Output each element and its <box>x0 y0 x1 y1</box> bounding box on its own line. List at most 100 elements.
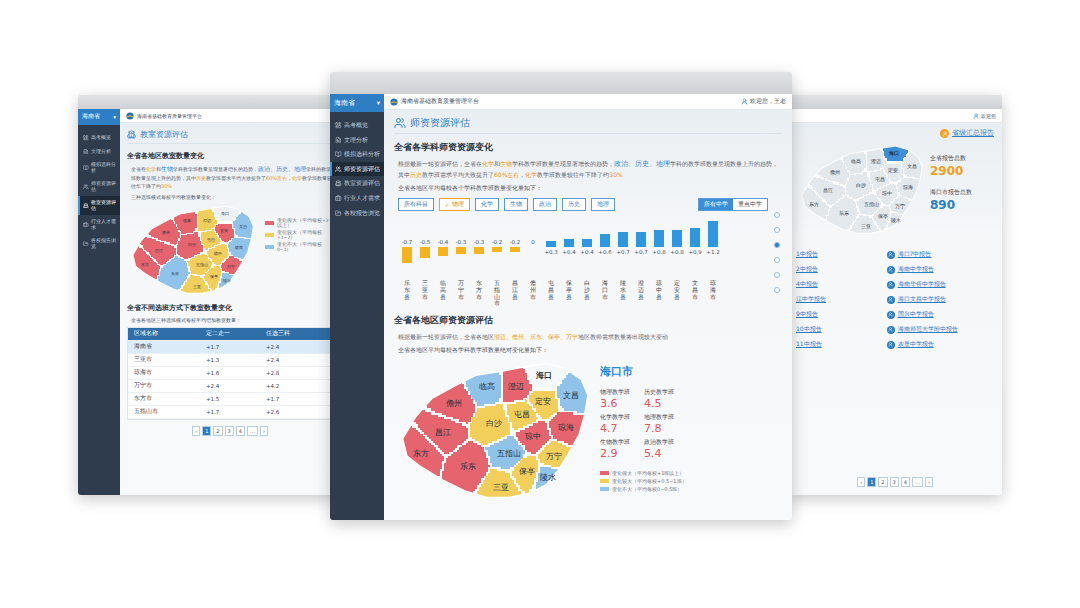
sidebar-item[interactable]: 高考概览 <box>330 118 384 133</box>
pager-dot[interactable] <box>774 227 780 233</box>
user-menu[interactable]: 欢迎您 <box>973 113 996 119</box>
chart-bar[interactable] <box>492 247 502 251</box>
chart-bar[interactable] <box>690 228 700 248</box>
map-region[interactable] <box>394 361 475 424</box>
report-link[interactable]: 国兴中学报告 <box>887 310 994 319</box>
subject-chip[interactable]: 生物 <box>504 198 528 211</box>
sidebar-item[interactable]: 模拟选科分析 <box>330 147 384 162</box>
chart-bar[interactable] <box>438 247 448 256</box>
region-map[interactable]: 海口文昌澄迈临高儋州定安屯昌琼海琼中白沙昌江东方万宁五指山乐东保亭陵水三亚 <box>796 144 924 236</box>
chart-bar[interactable] <box>474 247 484 254</box>
subject-chip[interactable]: 化学 <box>475 198 499 211</box>
report-link[interactable]: 2中报告 <box>796 265 879 274</box>
subject-chip[interactable]: 政治 <box>533 198 557 211</box>
chart-bar[interactable] <box>420 247 430 258</box>
table-row[interactable]: 东方市+1.5+1.7 <box>128 393 332 406</box>
chart-bar[interactable] <box>654 230 664 248</box>
report-link[interactable]: 海南华侨中学报告 <box>887 280 994 289</box>
chart-bar[interactable] <box>708 221 718 247</box>
subject-chip[interactable]: ✓物理 <box>439 198 470 211</box>
report-link[interactable]: 9中报告 <box>796 310 879 319</box>
chart-bar[interactable] <box>546 241 556 248</box>
sidebar-item[interactable]: 各校报告浏览 <box>330 206 384 221</box>
report-link[interactable]: 10中报告 <box>796 325 879 334</box>
subject-chip[interactable]: 地理 <box>591 198 615 211</box>
sidebar-item[interactable]: 教室资源评估 <box>78 196 120 215</box>
toggle-option[interactable]: 所有中学 <box>699 199 733 210</box>
report-link[interactable]: 海南师范大学附中报告 <box>887 325 994 334</box>
map-region[interactable] <box>127 238 160 296</box>
sidebar-item[interactable]: 文理分析 <box>330 133 384 148</box>
summary-report-link[interactable]: 省级汇总报告 <box>796 129 994 138</box>
sidebar-item[interactable]: 教室资源评估 <box>330 176 384 191</box>
report-link[interactable]: 4中报告 <box>796 280 879 289</box>
chart-bar[interactable] <box>672 230 682 248</box>
map-region[interactable] <box>796 178 829 236</box>
report-link[interactable]: 江中学报告 <box>796 295 879 304</box>
page-button[interactable]: 4 <box>901 477 910 487</box>
page-button[interactable]: 1 <box>202 426 211 436</box>
sidebar-item[interactable]: 师资资源评估 <box>78 177 120 196</box>
page-button[interactable]: ‹ <box>192 426 200 436</box>
table-row[interactable]: 琼海市+1.6+2.8 <box>128 367 332 380</box>
map-region[interactable] <box>538 441 590 474</box>
chart-bar[interactable] <box>582 239 592 248</box>
map-region[interactable] <box>796 144 849 185</box>
subject-chip[interactable]: 所有科目 <box>398 198 434 211</box>
chart-bar[interactable] <box>636 232 646 247</box>
table-row[interactable]: 三亚市+1.3+2.4 <box>128 354 332 367</box>
table-row[interactable]: 海南省+1.7+2.4 <box>128 341 332 354</box>
chart-bar[interactable] <box>456 247 466 254</box>
map-region[interactable] <box>394 413 444 503</box>
report-link[interactable]: 11中报告 <box>796 340 879 349</box>
chart-bar[interactable] <box>510 247 520 251</box>
report-link[interactable]: 海口文昌中学报告 <box>887 295 994 304</box>
map-region[interactable] <box>533 467 590 502</box>
page-button[interactable]: 2 <box>213 426 222 436</box>
page-button[interactable]: › <box>925 477 933 487</box>
pager-dot[interactable] <box>774 212 780 218</box>
report-link[interactable]: 1中报告 <box>796 250 879 259</box>
subject-chip[interactable]: 历史 <box>562 198 586 211</box>
pager-dot[interactable] <box>774 272 780 278</box>
pager-dot[interactable] <box>774 242 780 248</box>
sidebar-item[interactable]: 模拟选科分析 <box>78 158 120 177</box>
page-button[interactable]: … <box>247 426 258 436</box>
province-selector[interactable]: 海南省▾ <box>78 109 120 125</box>
toggle-option[interactable]: 重点中学 <box>733 199 767 210</box>
chart-bar[interactable] <box>600 234 610 247</box>
chart-bar[interactable] <box>564 239 574 248</box>
chart-bar[interactable] <box>402 247 412 262</box>
page-button[interactable]: … <box>912 477 923 487</box>
page-button[interactable]: 2 <box>878 477 887 487</box>
report-link[interactable]: 海口7中报告 <box>887 250 994 259</box>
report-link[interactable]: 海南中学报告 <box>887 265 994 274</box>
page-button[interactable]: › <box>260 426 268 436</box>
table-row[interactable]: 五指山市+1.7+2.6 <box>128 406 332 419</box>
province-selector[interactable]: 海南省▾ <box>330 94 384 112</box>
map-region[interactable] <box>127 204 180 245</box>
map-region[interactable] <box>890 196 924 217</box>
sidebar-item[interactable]: 文理分析 <box>78 145 120 159</box>
page-button[interactable]: 3 <box>225 426 234 436</box>
map-region[interactable] <box>221 256 255 277</box>
sidebar-item[interactable]: 行业人才需求 <box>330 191 384 206</box>
sidebar-item[interactable]: 各校报告浏览 <box>78 234 120 253</box>
page-button[interactable]: 1 <box>867 477 876 487</box>
report-link[interactable]: 农垦中学报告 <box>887 340 994 349</box>
map-region[interactable] <box>887 213 924 236</box>
region-map[interactable]: 海口文昌澄迈临高儋州定安屯昌琼海琼中白沙昌江东方万宁五指山乐东保亭陵水三亚 <box>394 360 590 502</box>
page-button[interactable]: 4 <box>236 426 245 436</box>
user-menu[interactable]: 欢迎您，王老 <box>741 98 786 105</box>
sidebar-item[interactable]: 高考概览 <box>78 131 120 145</box>
pager-dot[interactable] <box>774 287 780 293</box>
map-region[interactable] <box>218 273 255 296</box>
sidebar-item[interactable]: 行业人才需求 <box>78 215 120 234</box>
page-button[interactable]: ‹ <box>857 477 865 487</box>
region-map[interactable]: 海口文昌澄迈临高儋州定安屯昌琼海琼中白沙昌江东方万宁五指山乐东保亭陵水三亚 <box>127 204 255 296</box>
chart-bar[interactable] <box>618 232 628 247</box>
sidebar-item[interactable]: 师资资源评估 <box>330 162 384 177</box>
pager-dot[interactable] <box>774 257 780 263</box>
page-button[interactable]: 3 <box>890 477 899 487</box>
table-row[interactable]: 万宁市+2.4+4.2 <box>128 380 332 393</box>
